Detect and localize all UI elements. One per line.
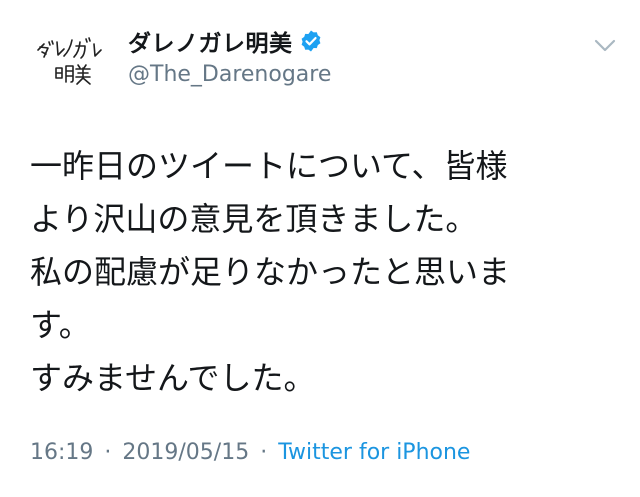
tweet-text-line: より沢山の意見を頂きました。 [30, 200, 478, 238]
display-name[interactable]: ダレノガレ明美 [128, 24, 323, 58]
meta-separator: · [260, 440, 268, 465]
tweet-date[interactable]: 2019/05/15 [122, 440, 249, 465]
chevron-down-icon[interactable] [592, 36, 618, 56]
tweet-source-link[interactable]: Twitter for iPhone [278, 440, 470, 465]
tweet-text: 一昨日のツイートについて、皆様 より沢山の意見を頂きました。 私の配慮が足りなか… [30, 140, 610, 405]
user-handle[interactable]: @The_Darenogare [128, 62, 331, 87]
display-name-text: ダレノガレ明美 [128, 31, 293, 57]
tweet-text-line: 私の配慮が足りなかったと思いま [30, 253, 511, 291]
tweet-text-line: す。 [30, 306, 91, 344]
tweet-meta: 16:19 · 2019/05/15 · Twitter for iPhone [30, 440, 470, 465]
tweet-card: ダレノガレ明美 @The_Darenogare 一昨日のツイートについて、皆様 … [0, 0, 640, 497]
meta-separator: · [104, 440, 112, 465]
tweet-text-line: 一昨日のツイートについて、皆様 [30, 147, 508, 185]
avatar-handwritten-logo [37, 37, 102, 85]
verified-badge-icon [299, 29, 323, 53]
avatar[interactable] [28, 22, 110, 104]
tweet-time[interactable]: 16:19 [30, 440, 93, 465]
tweet-text-line: すみませんでした。 [30, 359, 316, 397]
